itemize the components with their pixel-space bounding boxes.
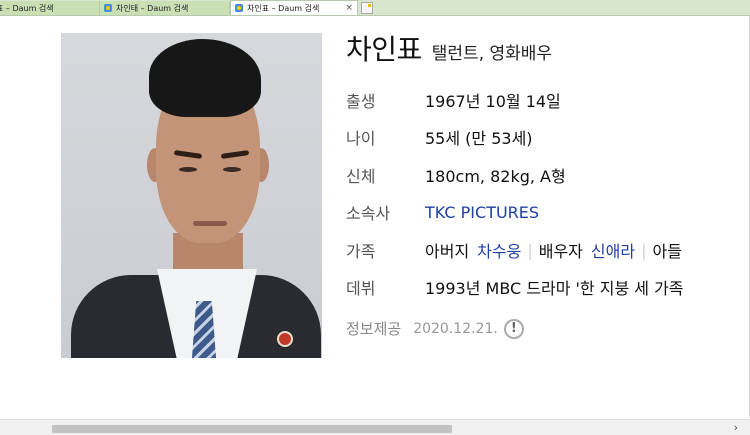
profile-name: 차인표: [346, 33, 422, 66]
browser-tab-2[interactable]: 차인태 – Daum 검색: [100, 1, 230, 15]
info-label-agency: 소속사: [346, 204, 391, 223]
info-value-debut: 1993년 MBC 드라마 '한 지붕 세 가족: [425, 279, 684, 298]
family-link-spouse[interactable]: 신애라: [591, 238, 635, 262]
info-row-body: 신체 180cm, 82kg, A형: [346, 163, 566, 187]
info-label-body: 신체: [346, 167, 376, 186]
browser-tab-bar: 표 – Daum 검색 차인태 – Daum 검색 차인표 – Daum 검색 …: [0, 0, 750, 16]
family-relation-father: 아버지: [425, 242, 470, 261]
daum-favicon-icon: [235, 4, 243, 12]
family-relation-son: 아들: [652, 242, 682, 261]
info-value-birth: 1967년 10월 14일: [425, 92, 561, 111]
profile-header: 차인표 탤런트, 영화배우: [346, 28, 552, 68]
tab-3-title: 차인표 – Daum 검색: [247, 3, 320, 13]
family-divider: |: [527, 240, 533, 260]
info-row-agency: 소속사 TKC PICTURES: [346, 200, 539, 224]
agency-link[interactable]: TKC PICTURES: [425, 203, 539, 222]
info-provided: 정보제공 2020.12.21. !: [346, 318, 524, 339]
info-label-debut: 데뷔: [346, 279, 376, 298]
info-value-age: 55세 (만 53세): [425, 129, 533, 148]
scrollbar-thumb[interactable]: [52, 425, 452, 433]
tab-1-title: 표 – Daum 검색: [0, 3, 54, 13]
browser-tab-1[interactable]: 표 – Daum 검색: [0, 1, 100, 15]
browser-tab-3-active[interactable]: 차인표 – Daum 검색 ×: [230, 0, 358, 15]
info-label-age: 나이: [346, 129, 376, 148]
info-row-family: 가족 아버지 차수웅 | 배우자 신애라 | 아들: [346, 238, 682, 262]
report-alert-icon[interactable]: !: [503, 318, 524, 339]
provided-label: 정보제공: [346, 320, 402, 338]
new-tab-icon[interactable]: [361, 2, 373, 14]
tab-close-icon[interactable]: ×: [345, 3, 353, 13]
info-row-debut: 데뷔 1993년 MBC 드라마 '한 지붕 세 가족: [346, 275, 684, 299]
profile-photo[interactable]: [61, 33, 322, 358]
family-link-father[interactable]: 차수웅: [477, 238, 521, 262]
tab-2-title: 차인태 – Daum 검색: [116, 3, 189, 13]
provided-date: 2020.12.21.: [413, 320, 498, 337]
scroll-right-icon[interactable]: ›: [734, 421, 738, 434]
info-label-family: 가족: [346, 242, 376, 261]
family-relation-spouse: 배우자: [538, 242, 583, 261]
daum-favicon-icon: [104, 4, 112, 12]
family-divider: |: [641, 240, 647, 260]
info-row-birth: 출생 1967년 10월 14일: [346, 88, 561, 112]
info-label-birth: 출생: [346, 92, 376, 111]
horizontal-scrollbar[interactable]: ›: [0, 419, 750, 435]
info-row-age: 나이 55세 (만 53세): [346, 125, 533, 149]
profile-job: 탤런트, 영화배우: [431, 44, 553, 64]
info-value-body: 180cm, 82kg, A형: [425, 167, 566, 186]
